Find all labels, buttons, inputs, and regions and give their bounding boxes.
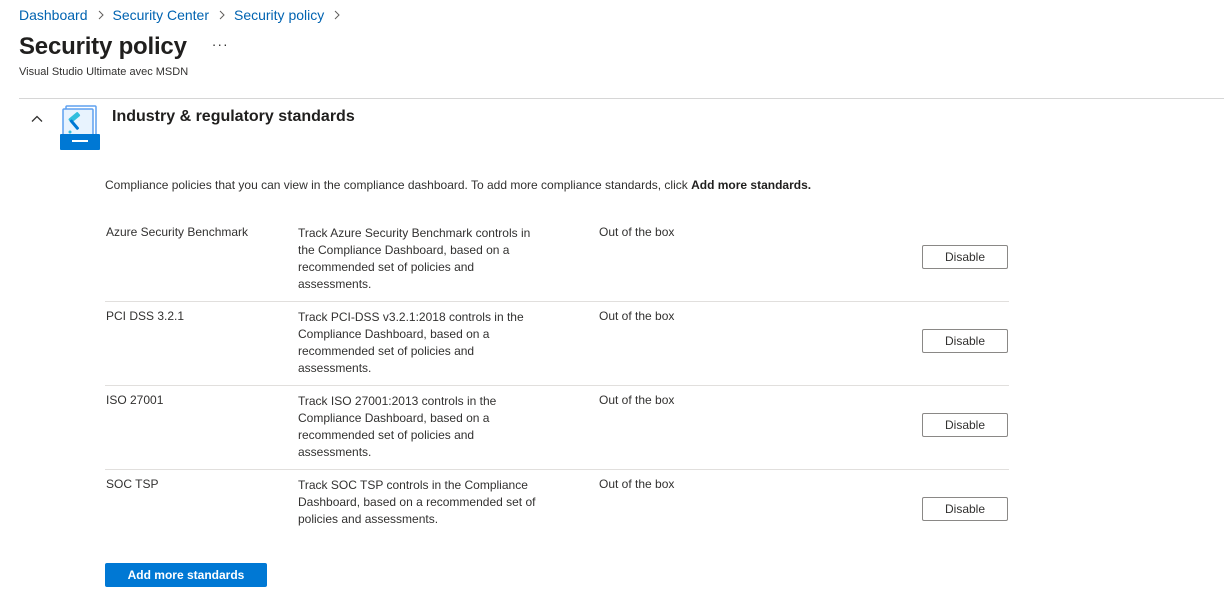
- disable-button[interactable]: Disable: [922, 497, 1008, 521]
- chevron-up-icon: [31, 115, 43, 122]
- chevron-right-icon: [94, 8, 108, 22]
- standards-table: Azure Security Benchmark Track Azure Sec…: [105, 218, 1009, 554]
- regulatory-standards-icon: [60, 104, 102, 152]
- table-row: SOC TSP Track SOC TSP controls in the Co…: [105, 470, 1009, 554]
- standard-name: PCI DSS 3.2.1: [106, 309, 185, 323]
- standard-description: Track SOC TSP controls in the Compliance…: [298, 478, 536, 526]
- section-description: Compliance policies that you can view in…: [105, 178, 811, 192]
- breadcrumb-dashboard[interactable]: Dashboard: [19, 7, 88, 23]
- chevron-right-icon: [215, 8, 229, 22]
- standard-type: Out of the box: [599, 225, 675, 239]
- header-divider: [19, 98, 1224, 99]
- standard-type: Out of the box: [599, 477, 675, 491]
- standard-description: Track Azure Security Benchmark controls …: [298, 226, 531, 291]
- disable-button[interactable]: Disable: [922, 413, 1008, 437]
- collapse-toggle[interactable]: [26, 108, 48, 130]
- more-options-button[interactable]: ···: [212, 37, 229, 51]
- breadcrumb-security-center[interactable]: Security Center: [113, 7, 209, 23]
- page-title: Security policy: [19, 33, 187, 60]
- section-header: Industry & regulatory standards: [26, 104, 355, 152]
- standard-name: SOC TSP: [106, 477, 159, 491]
- standard-name: Azure Security Benchmark: [106, 225, 249, 239]
- standard-type: Out of the box: [599, 309, 675, 323]
- table-row: Azure Security Benchmark Track Azure Sec…: [105, 218, 1009, 302]
- standard-description: Track ISO 27001:2013 controls in the Com…: [298, 394, 497, 459]
- standard-type: Out of the box: [599, 393, 675, 407]
- section-title: Industry & regulatory standards: [112, 108, 355, 125]
- standard-description: Track PCI-DSS v3.2.1:2018 controls in th…: [298, 310, 524, 375]
- description-text: Compliance policies that you can view in…: [105, 178, 692, 192]
- breadcrumb-security-policy[interactable]: Security policy: [234, 7, 324, 23]
- table-row: ISO 27001 Track ISO 27001:2013 controls …: [105, 386, 1009, 470]
- disable-button[interactable]: Disable: [922, 245, 1008, 269]
- chevron-right-icon: [330, 8, 344, 22]
- disable-button[interactable]: Disable: [922, 329, 1008, 353]
- standard-name: ISO 27001: [106, 393, 164, 407]
- add-more-standards-button[interactable]: Add more standards: [105, 563, 267, 587]
- page-subtitle: Visual Studio Ultimate avec MSDN: [19, 66, 189, 78]
- breadcrumb: Dashboard Security Center Security polic…: [19, 7, 349, 23]
- page-header: Security policy ···: [19, 33, 229, 61]
- table-row: PCI DSS 3.2.1 Track PCI-DSS v3.2.1:2018 …: [105, 302, 1009, 386]
- description-emphasis: Add more standards.: [691, 178, 812, 192]
